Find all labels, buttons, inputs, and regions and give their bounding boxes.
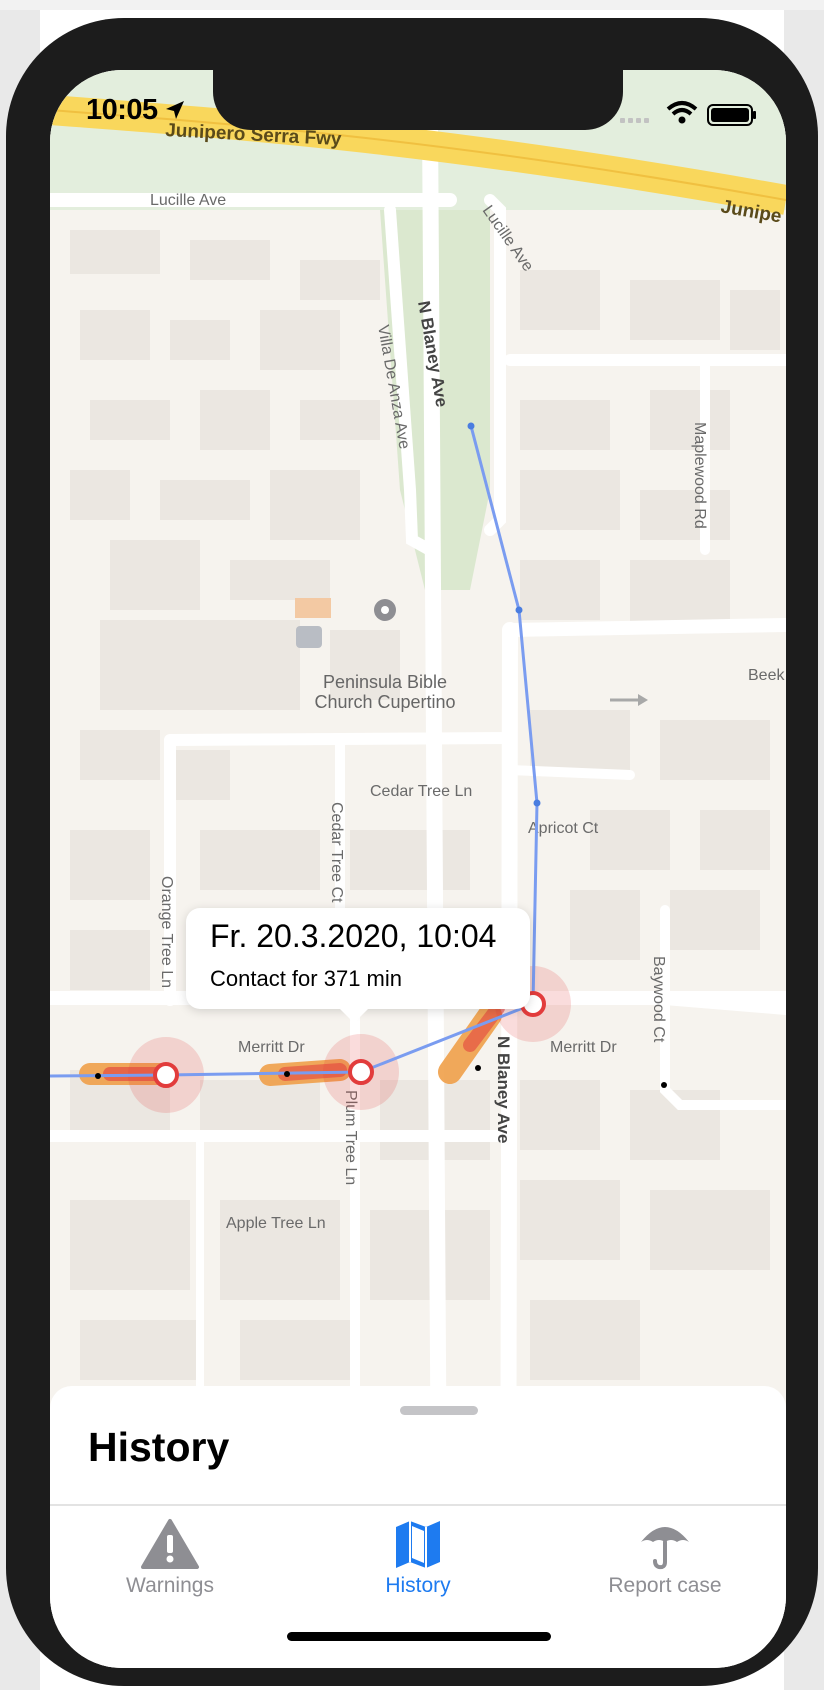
history-sheet[interactable]: History Warnings History Report case: [50, 1386, 786, 1668]
tab-warnings[interactable]: Warnings: [70, 1518, 270, 1618]
host-menubar-strip: [0, 0, 824, 10]
sheet-title: History: [88, 1424, 230, 1470]
label-n-blaney-ave-s: N Blaney Ave: [494, 1036, 513, 1143]
tab-bar: Warnings History Report case: [50, 1504, 786, 1668]
status-time: 10:05: [86, 94, 185, 127]
label-maplewood-rd: Maplewood Rd: [691, 422, 708, 529]
label-orange-tree-ln: Orange Tree Ln: [158, 876, 175, 988]
label-merritt-dr-e: Merritt Dr: [550, 1039, 617, 1056]
sheet-grabber[interactable]: [400, 1406, 478, 1415]
label-lucille-ave-w: Lucille Ave: [150, 192, 226, 209]
label-apricot-ct: Apricot Ct: [528, 820, 599, 837]
label-apple-tree-ln: Apple Tree Ln: [226, 1215, 326, 1232]
notch: [213, 70, 623, 130]
label-baywood-ct: Baywood Ct: [650, 956, 667, 1043]
phone-screen: Peninsula Bible Church Cupertino Junipero…: [50, 70, 786, 1668]
home-indicator[interactable]: [287, 1632, 551, 1641]
cellular-signal-icon: [620, 118, 649, 123]
poi-label-text: Peninsula Bible Church Cupertino: [314, 672, 455, 712]
phone-frame: Peninsula Bible Church Cupertino Junipero…: [6, 18, 818, 1686]
label-merritt-dr-w: Merritt Dr: [238, 1039, 305, 1056]
contact-marker-1[interactable]: [153, 1062, 179, 1088]
label-beek: Beek: [748, 667, 785, 684]
contact-callout[interactable]: Fr. 20.3.2020, 10:04 Contact for 371 min: [186, 908, 530, 1023]
tab-report-case[interactable]: Report case: [565, 1518, 765, 1618]
location-arrow-icon: [166, 101, 185, 119]
poi-school-icon: [296, 626, 322, 648]
map-icon: [396, 1521, 440, 1568]
contact-marker-2-selected[interactable]: [348, 1059, 374, 1085]
tab-history-label: History: [385, 1574, 451, 1597]
callout-title: Fr. 20.3.2020, 10:04: [210, 918, 497, 954]
umbrella-icon: [641, 1527, 689, 1570]
tab-report-case-label: Report case: [608, 1574, 722, 1597]
tab-warnings-label: Warnings: [126, 1574, 214, 1597]
status-icons: [620, 100, 760, 135]
wifi-icon: [666, 101, 698, 124]
poi-building: [295, 598, 331, 618]
label-cedar-tree-ct: Cedar Tree Ct: [328, 802, 345, 903]
status-time-text: 10:05: [86, 94, 158, 126]
warning-triangle-icon: [141, 1519, 199, 1569]
tab-history[interactable]: History: [318, 1518, 518, 1618]
label-cedar-tree-ln: Cedar Tree Ln: [370, 783, 472, 800]
callout-subtitle: Contact for 371 min: [210, 966, 402, 991]
battery-icon: [707, 104, 756, 126]
